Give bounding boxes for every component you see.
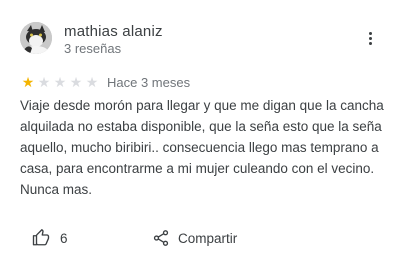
share-button[interactable]: Compartir xyxy=(152,229,237,247)
thumb-up-icon xyxy=(32,229,50,246)
more-options-icon[interactable] xyxy=(362,30,378,50)
avatar-image xyxy=(20,22,52,54)
star-icon-1: ★ xyxy=(21,74,35,90)
rating-row: ★ ★ ★ ★ ★ Hace 3 meses xyxy=(20,73,190,91)
share-icon xyxy=(153,230,169,246)
author-name[interactable]: mathias alaniz xyxy=(64,23,163,40)
star-icon-3: ★ xyxy=(53,74,67,90)
star-icon-2: ★ xyxy=(37,74,51,90)
avatar[interactable] xyxy=(20,22,52,54)
star-icon-4: ★ xyxy=(69,74,83,90)
review-date: Hace 3 meses xyxy=(107,74,191,90)
star-icon-5: ★ xyxy=(85,74,99,90)
author-review-count: 3 reseñas xyxy=(64,41,122,56)
likes-count: 6 xyxy=(60,230,68,246)
like-button[interactable]: 6 xyxy=(32,229,68,247)
star-rating: ★ ★ ★ ★ ★ xyxy=(20,75,100,89)
review-text: Viaje desde morón para llegar y que me d… xyxy=(20,98,384,197)
share-label: Compartir xyxy=(178,230,238,246)
